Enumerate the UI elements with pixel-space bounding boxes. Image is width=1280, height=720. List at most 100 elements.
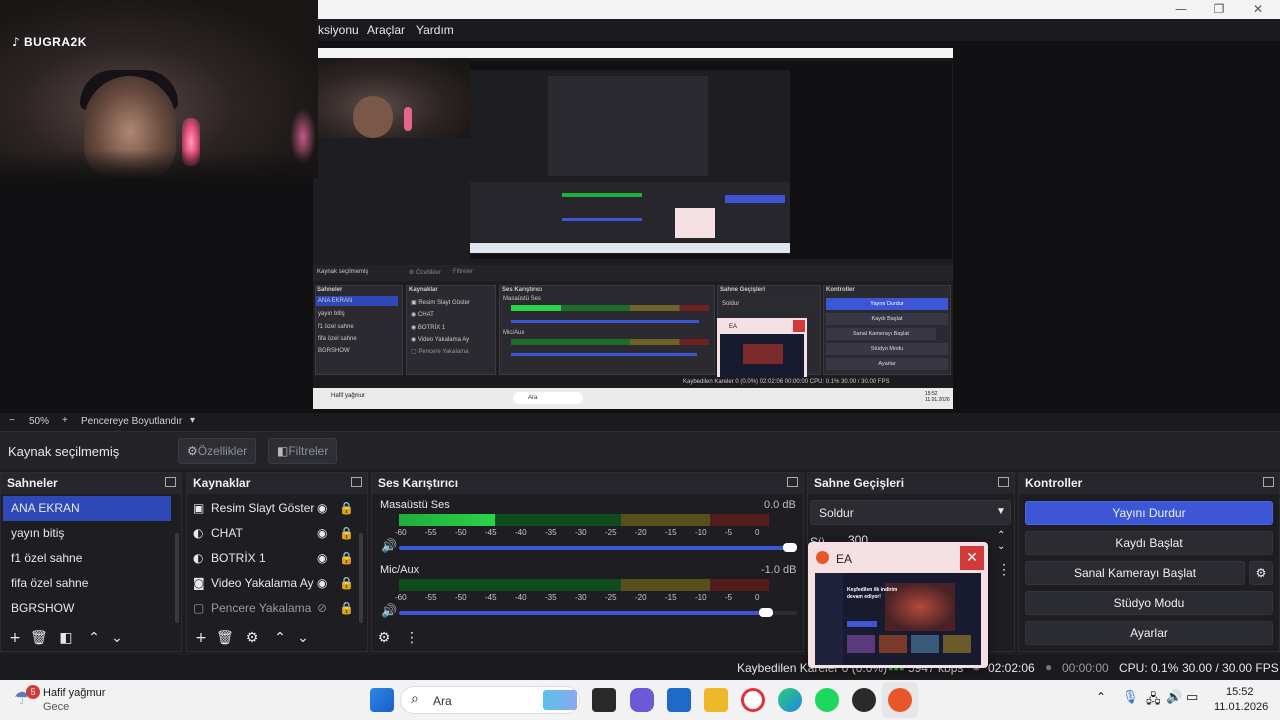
chevron-down-icon[interactable]: ▾: [190, 415, 195, 426]
scenes-dock: Sahneler ANA EKRAN yayın bitiş f1 özel s…: [0, 472, 182, 652]
trash-icon[interactable]: 🗑: [216, 630, 234, 646]
preview-canvas[interactable]: − 50% + Pencereye Boyutlandır Kaynak seç…: [313, 48, 953, 409]
scene-item[interactable]: BGRSHOW: [3, 596, 171, 621]
gear-icon[interactable]: ⚙: [244, 630, 260, 646]
source-item[interactable]: ▢ Pencere Yakalama ⊘ 🔒: [193, 596, 357, 621]
eye-icon[interactable]: ◉: [317, 546, 327, 571]
chevron-up-icon[interactable]: ⌃: [272, 630, 288, 646]
settings-button[interactable]: Ayarlar: [1025, 621, 1273, 645]
eye-hidden-icon[interactable]: ⊘: [317, 596, 328, 621]
add-source-icon[interactable]: +: [193, 630, 209, 646]
weather-title[interactable]: Hafif yağmur: [43, 687, 105, 699]
windows-start-icon[interactable]: [370, 688, 394, 712]
scene-item[interactable]: yayın bitiş: [3, 521, 171, 546]
filters-button[interactable]: ◧Filtreler: [268, 438, 338, 464]
network-icon[interactable]: 🖧: [1146, 690, 1161, 712]
stop-streaming-button[interactable]: Yayını Durdur: [1025, 501, 1273, 525]
add-scene-icon[interactable]: +: [7, 630, 23, 646]
scale-tick-label: -40: [515, 528, 527, 537]
transition-select[interactable]: Soldur ▼: [810, 500, 1011, 525]
lock-icon[interactable]: 🔒: [339, 521, 354, 546]
chevron-down-icon[interactable]: ⌄: [997, 541, 1005, 552]
scale-tick-label: -20: [635, 593, 647, 602]
battery-icon[interactable]: ▭: [1186, 690, 1198, 705]
lock-icon[interactable]: 🔒: [339, 571, 354, 596]
scrollbar[interactable]: [359, 533, 363, 623]
trash-icon[interactable]: 🗑: [30, 630, 48, 646]
undock-icon[interactable]: [1263, 477, 1274, 487]
speaker-icon[interactable]: 🔊: [381, 539, 397, 554]
source-item[interactable]: ▣ Resim Slayt Göster ◉ 🔒: [193, 496, 357, 521]
scale-tick-label: 0: [755, 593, 760, 602]
zoom-bar: − 50% + Pencereye Boyutlandır ▾: [0, 413, 1280, 431]
scale-tick-label: -10: [695, 528, 707, 537]
zoom-out-button[interactable]: −: [9, 415, 15, 426]
scale-tick-label: -30: [575, 593, 587, 602]
undock-icon[interactable]: [165, 477, 176, 487]
teams-icon[interactable]: [630, 688, 654, 712]
scene-item[interactable]: ANA EKRAN: [3, 496, 171, 521]
start-recording-button[interactable]: Kaydı Başlat: [1025, 531, 1273, 555]
clock-date[interactable]: 11.01.2026: [1214, 701, 1268, 713]
task-view-icon[interactable]: [592, 688, 616, 712]
properties-button[interactable]: ⚙Özellikler: [178, 438, 257, 464]
clock-time[interactable]: 15:52: [1226, 686, 1254, 698]
microphone-icon[interactable]: 🎙: [1122, 690, 1139, 705]
menu-item-yardim[interactable]: Yardım: [416, 19, 454, 41]
eye-icon[interactable]: ◉: [317, 571, 328, 596]
source-item[interactable]: ◐ BOTRİX 1 ◉ 🔒: [193, 546, 357, 571]
scene-item[interactable]: fifa özel sahne: [3, 571, 171, 596]
scene-item[interactable]: f1 özel sahne: [3, 546, 171, 571]
lock-icon[interactable]: 🔒: [339, 546, 354, 571]
studio-mode-button[interactable]: Stüdyo Modu: [1025, 591, 1273, 615]
zoom-in-button[interactable]: +: [62, 415, 68, 426]
filter-icon[interactable]: ◧: [58, 630, 74, 646]
more-options-icon[interactable]: ⋮: [404, 630, 420, 646]
volume-slider[interactable]: [399, 543, 797, 552]
volume-fill: [399, 546, 790, 550]
spotify-icon[interactable]: [815, 688, 839, 712]
advanced-audio-icon[interactable]: ⚙: [376, 630, 392, 646]
more-options-icon[interactable]: ⋮: [997, 561, 1011, 578]
source-item[interactable]: ◙ Video Yakalama Ay ◉ 🔒: [193, 571, 357, 596]
rec-time: 00:00:00: [1062, 661, 1109, 675]
ea-app-icon[interactable]: [888, 688, 912, 712]
popup-thumbnail[interactable]: Keşfedilen ilk indirim devam ediyor!: [815, 573, 981, 665]
lock-icon[interactable]: 🔒: [339, 596, 354, 621]
edge-icon[interactable]: [778, 688, 802, 712]
folder-icon[interactable]: [704, 688, 728, 712]
scale-tick-label: -5: [725, 593, 733, 602]
volume-knob[interactable]: [783, 543, 797, 552]
scrollbar[interactable]: [175, 533, 179, 623]
chevron-up-icon[interactable]: ⌃: [86, 630, 102, 646]
taskbar-search[interactable]: ⌕ Ara: [400, 686, 580, 714]
source-item[interactable]: ◐ CHAT ◉ 🔒: [193, 521, 357, 546]
menu-item-araclar[interactable]: Araçlar: [367, 19, 405, 41]
volume-knob[interactable]: [759, 608, 774, 617]
ea-notification-popup[interactable]: EA ✕ Keşfedilen ilk indirim devam ediyor…: [808, 542, 988, 668]
obs-icon[interactable]: [852, 688, 876, 712]
undock-icon[interactable]: [787, 477, 798, 487]
menu-item-tools-cut[interactable]: ksiyonu: [318, 19, 359, 41]
maximize-button[interactable]: ❐: [1199, 0, 1239, 19]
gear-icon[interactable]: ⚙: [1249, 561, 1273, 585]
chevron-down-icon[interactable]: ⌄: [295, 630, 311, 646]
undock-icon[interactable]: [351, 477, 362, 487]
close-button[interactable]: ✕: [1238, 0, 1278, 19]
chevron-down-icon[interactable]: ⌄: [109, 630, 125, 646]
zoom-mode[interactable]: Pencereye Boyutlandır: [81, 416, 182, 427]
chevron-up-icon[interactable]: ⌃: [997, 530, 1005, 541]
volume-icon[interactable]: 🔊: [1166, 690, 1182, 705]
close-icon[interactable]: ✕: [960, 546, 984, 570]
eye-icon[interactable]: ◉: [317, 521, 327, 546]
speaker-icon[interactable]: 🔊: [381, 604, 397, 619]
store-icon[interactable]: [667, 688, 691, 712]
opera-icon[interactable]: [741, 688, 765, 712]
lock-icon[interactable]: 🔒: [339, 496, 354, 521]
eye-icon[interactable]: ◉: [317, 496, 327, 521]
minimize-button[interactable]: —: [1161, 0, 1201, 19]
chevron-up-icon[interactable]: ⌃: [1096, 690, 1106, 704]
undock-icon[interactable]: [998, 477, 1009, 487]
start-virtual-camera-button[interactable]: Sanal Kamerayı Başlat: [1025, 561, 1245, 585]
volume-slider[interactable]: [399, 608, 797, 617]
